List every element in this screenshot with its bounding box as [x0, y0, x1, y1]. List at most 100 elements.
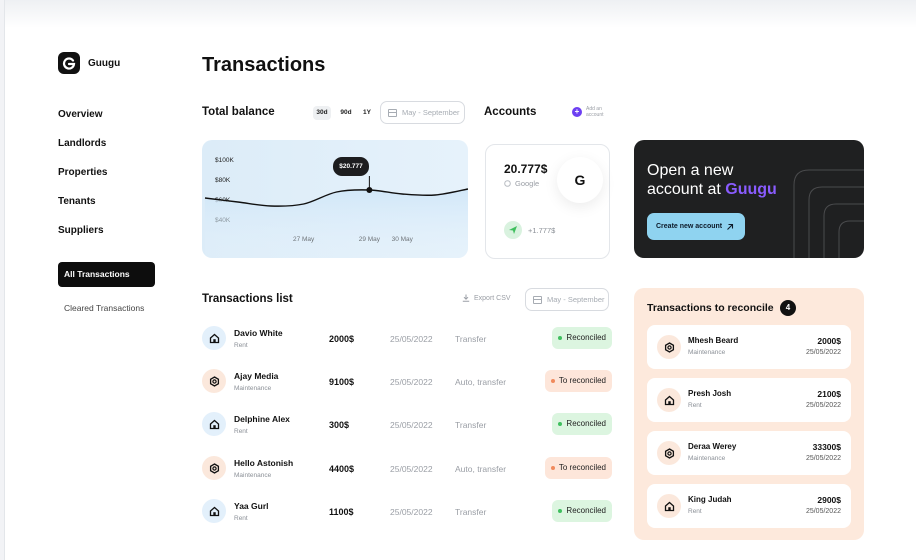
house-icon [202, 499, 226, 523]
status-badge[interactable]: To reconciled [544, 457, 612, 479]
transaction-category: Maintenance [234, 385, 272, 392]
reconcile-name: Presh Josh [688, 389, 732, 398]
export-csv-label: Export CSV [474, 294, 511, 302]
wrench-icon [202, 456, 226, 480]
status-badge[interactable]: Reconciled [552, 413, 612, 435]
y-tick-label: $80K [215, 177, 231, 184]
account-provider-name: Google [515, 179, 540, 188]
export-csv-button[interactable]: Export CSV [462, 294, 511, 302]
wrench-icon [657, 335, 681, 359]
plus-icon: + [572, 107, 582, 117]
reconcile-amount: 2900$ [817, 495, 841, 505]
google-account-card[interactable]: 20.777$ Google G +1.777$ [485, 144, 610, 259]
table-row[interactable]: Yaa Gurl Rent 1100$ 25/05/2022 Transfer … [202, 495, 612, 535]
highlight-point[interactable] [366, 187, 373, 193]
house-icon [657, 388, 681, 412]
transaction-category: Maintenance [234, 472, 272, 479]
app-window: Guugu Overview Landlords Properties Tena… [4, 0, 916, 560]
sidebar-item-cleared-transactions[interactable]: Cleared Transactions [64, 303, 144, 313]
brand-name: Guugu [88, 57, 121, 69]
transaction-amount: 300$ [329, 420, 350, 430]
transaction-date: 25/05/2022 [390, 507, 433, 517]
sidebar-item-all-transactions[interactable]: All Transactions [58, 262, 155, 287]
reconcile-name: Mhesh Beard [688, 336, 739, 345]
reconcile-date: 25/05/2022 [805, 508, 841, 515]
table-row[interactable]: Ajay Media Maintenance 9100$ 25/05/2022 … [202, 365, 612, 405]
balance-date-range-label: May - September [402, 108, 460, 117]
reconcile-date: 25/05/2022 [805, 402, 841, 409]
transaction-name: Hello Astonish [234, 458, 294, 468]
table-row[interactable]: Delphine Alex Rent 300$ 25/05/2022 Trans… [202, 408, 612, 448]
sidebar-item-overview[interactable]: Overview [58, 108, 107, 137]
reconcile-category: Rent [688, 508, 702, 515]
transaction-date: 25/05/2022 [390, 464, 433, 474]
reconcile-category: Maintenance [688, 349, 726, 356]
transactions-date-range-picker[interactable]: May - September [525, 288, 609, 311]
transaction-amount: 4400$ [329, 464, 355, 474]
transaction-category: Rent [234, 428, 248, 435]
balance-chart[interactable]: $100K$80K$60K$40K 25 May27 May29 May30 M… [202, 140, 468, 258]
range-90d-button[interactable]: 90d [337, 106, 355, 120]
sidebar-item-suppliers[interactable]: Suppliers [58, 224, 107, 253]
reconcile-amount: 33300$ [812, 442, 841, 452]
guugu-logo-icon [58, 52, 80, 74]
brand[interactable]: Guugu [58, 52, 120, 74]
reconcile-item[interactable]: Mhesh Beard Maintenance 2000$ 25/05/2022 [647, 325, 851, 369]
arrow-up-right-icon [727, 223, 734, 230]
reconcile-title: Transactions to reconcile [647, 302, 774, 314]
sidebar-item-properties[interactable]: Properties [58, 166, 107, 195]
sidebar-item-landlords[interactable]: Landlords [58, 137, 107, 166]
house-icon [657, 494, 681, 518]
status-badge[interactable]: Reconciled [552, 327, 612, 349]
table-row[interactable]: Davio White Rent 2000$ 25/05/2022 Transf… [202, 322, 612, 362]
reconcile-date: 25/05/2022 [805, 455, 841, 462]
add-account-button[interactable]: + Add an account [572, 106, 612, 118]
sidebar-nav: Overview Landlords Properties Tenants Su… [58, 108, 107, 253]
table-row[interactable]: Hello Astonish Maintenance 4400$ 25/05/2… [202, 452, 612, 492]
transaction-name: Delphine Alex [234, 414, 290, 424]
google-logo-icon: G [557, 157, 603, 203]
transaction-category: Rent [234, 342, 248, 349]
create-account-button[interactable]: Create new account [647, 213, 745, 240]
account-balance: 20.777$ [504, 162, 548, 176]
transaction-name: Ajay Media [234, 371, 279, 381]
reconcile-name: Deraa Werey [688, 442, 737, 451]
provider-icon [504, 180, 511, 187]
transaction-type: Transfer [455, 507, 487, 517]
sidebar-item-tenants[interactable]: Tenants [58, 195, 107, 224]
top-shadow [5, 0, 916, 28]
transactions-date-range-label: May - September [547, 295, 605, 304]
create-account-label: Create new account [656, 223, 723, 230]
reconcile-panel: Transactions to reconcile 4 Mhesh Beard … [634, 288, 864, 540]
balance-date-range-picker[interactable]: May - September [380, 101, 465, 124]
reconcile-item[interactable]: King Judah Rent 2900$ 25/05/2022 [647, 484, 851, 528]
reconcile-category: Maintenance [688, 455, 726, 462]
reconcile-date: 25/05/2022 [805, 349, 841, 356]
promo-brand: Guugu [725, 181, 777, 198]
y-tick-label: $100K [215, 157, 234, 164]
house-icon [202, 412, 226, 436]
send-arrow-icon [504, 221, 522, 239]
page-title: Transactions [202, 54, 326, 76]
calendar-icon [388, 108, 397, 117]
status-badge[interactable]: To reconciled [544, 370, 612, 392]
account-provider: Google [504, 179, 539, 188]
download-icon [462, 294, 470, 302]
promo-decoration [793, 169, 864, 258]
open-account-promo: Open a new account at Guugu Create new a… [634, 140, 864, 258]
transaction-amount: 1100$ [329, 507, 354, 517]
wrench-icon [657, 441, 681, 465]
accounts-title: Accounts [484, 106, 537, 118]
reconcile-item[interactable]: Presh Josh Rent 2100$ 25/05/2022 [647, 378, 851, 422]
house-icon [202, 326, 226, 350]
range-1y-button[interactable]: 1Y [359, 106, 375, 120]
reconcile-item[interactable]: Deraa Werey Maintenance 33300$ 25/05/202… [647, 431, 851, 475]
range-30d-button[interactable]: 30d [313, 106, 331, 120]
status-badge[interactable]: Reconciled [552, 500, 612, 522]
transaction-name: Davio White [234, 328, 283, 338]
transactions-list-title: Transactions list [202, 293, 293, 305]
promo-line-2: account at Guugu [647, 180, 777, 199]
promo-line-2-text: account at [647, 181, 721, 198]
chart-tooltip: $20.777 [333, 157, 369, 176]
calendar-icon [533, 295, 542, 304]
